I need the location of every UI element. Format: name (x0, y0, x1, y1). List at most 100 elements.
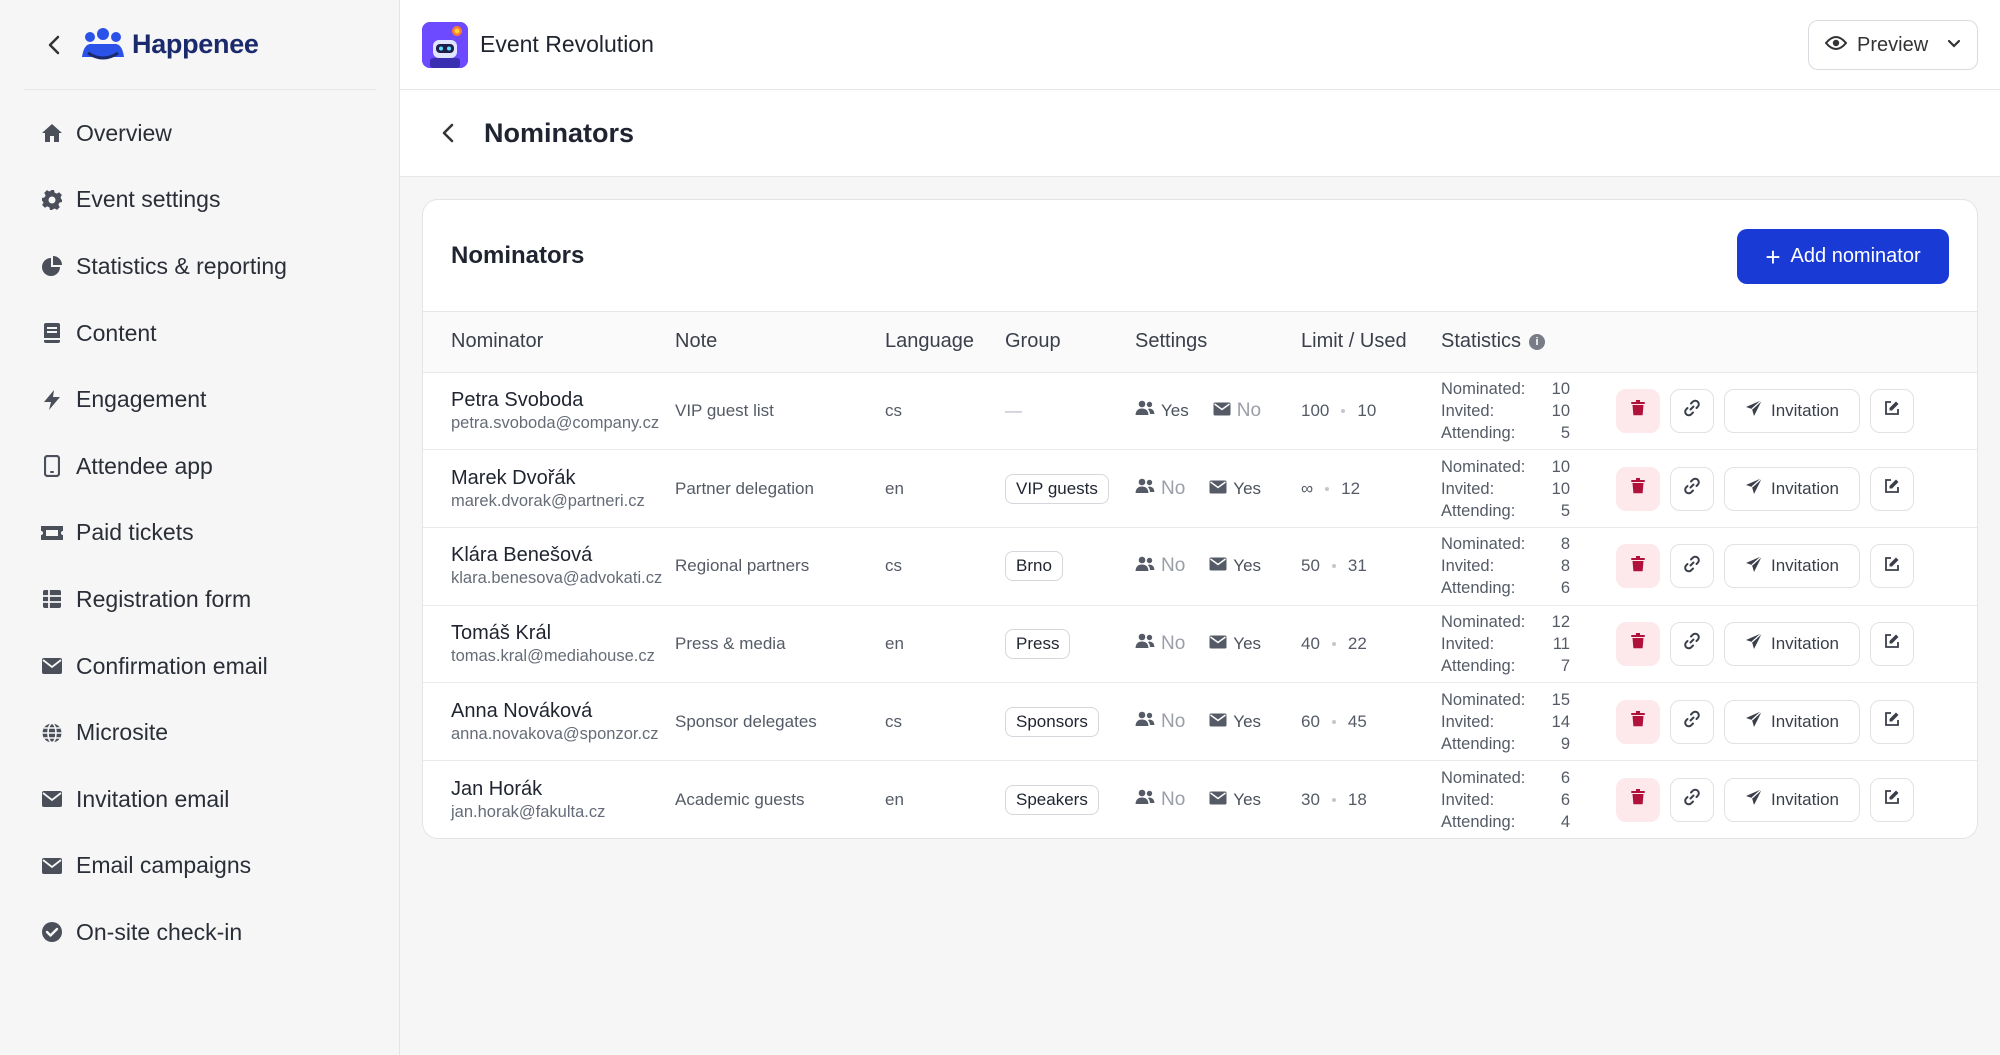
statistics-cell: Nominated: 10 Invited: 10 Attending: 5 (1441, 372, 1616, 450)
email-setting: No (1236, 399, 1262, 421)
limit-cell: 40 22 (1301, 605, 1441, 683)
invitation-label: Invitation (1770, 478, 1840, 498)
edit-button[interactable] (1870, 466, 1914, 511)
stat-invited: 8 (1560, 557, 1570, 576)
sidebar-item-event-settings[interactable]: Event settings (24, 167, 376, 234)
edit-button[interactable] (1870, 699, 1914, 744)
delete-button[interactable] (1616, 777, 1660, 822)
nominator-email: anna.novakova@sponzor.cz (451, 724, 659, 743)
send-invitation-button[interactable]: Invitation (1724, 699, 1860, 744)
sidebar-item-registration-form[interactable]: Registration form (24, 566, 376, 633)
language-cell: cs (885, 711, 902, 731)
delete-button[interactable] (1616, 544, 1660, 589)
stat-label-attending: Attending: (1441, 734, 1516, 753)
copy-link-button[interactable] (1670, 388, 1714, 433)
sidebar-item-invitation-email[interactable]: Invitation email (24, 766, 376, 833)
people-icon (1135, 789, 1155, 810)
table-row[interactable]: Anna Nováková anna.novakova@sponzor.cz S… (423, 683, 1977, 761)
sidebar-item-label: Registration form (76, 585, 252, 612)
stat-invited: 14 (1551, 712, 1570, 731)
send-invitation-button[interactable]: Invitation (1724, 777, 1860, 822)
nominator-cell: Petra Svoboda petra.svoboda@company.cz (423, 372, 675, 450)
delete-button[interactable] (1616, 388, 1660, 433)
edit-icon (1884, 400, 1900, 421)
table-row[interactable]: Jan Horák jan.horak@fakulta.cz Academic … (423, 760, 1977, 838)
sidebar-item-label: Event settings (76, 186, 221, 213)
table-row[interactable]: Klára Benešová klara.benesova@advokati.c… (423, 527, 1977, 606)
nominator-name: Jan Horák (451, 777, 543, 800)
sidebar-item-label: Statistics & reporting (76, 252, 287, 279)
table-row[interactable]: Marek Dvořák marek.dvorak@partneri.cz Pa… (423, 450, 1977, 528)
edit-button[interactable] (1870, 621, 1914, 666)
back-chevron-icon[interactable] (436, 121, 460, 145)
nominator-cell: Jan Horák jan.horak@fakulta.cz (423, 760, 675, 838)
sidebar-item-paid-tickets[interactable]: Paid tickets (24, 500, 376, 567)
nominators-card: Nominators + Add nominator Nominator Not… (422, 199, 1978, 839)
edit-button[interactable] (1870, 544, 1914, 589)
delete-button[interactable] (1616, 466, 1660, 511)
paper-plane-icon (1745, 477, 1763, 500)
edit-button[interactable] (1870, 777, 1914, 822)
send-invitation-button[interactable]: Invitation (1724, 388, 1860, 433)
people-icon (1135, 633, 1155, 654)
page-header: Nominators (400, 90, 2000, 177)
link-icon (1683, 788, 1701, 811)
sidebar-item-content[interactable]: Content (24, 300, 376, 367)
delete-button[interactable] (1616, 621, 1660, 666)
add-nominator-button[interactable]: + Add nominator (1737, 229, 1949, 284)
sidebar-item-label: Overview (76, 119, 172, 146)
table-row[interactable]: Tomáš Král tomas.kral@mediahouse.cz Pres… (423, 605, 1977, 683)
preview-button[interactable]: Preview (1808, 20, 1978, 70)
invitation-label: Invitation (1770, 711, 1840, 731)
info-icon[interactable]: i (1529, 333, 1546, 350)
group-cell: Speakers (1005, 760, 1135, 838)
edit-icon (1884, 789, 1900, 810)
copy-link-button[interactable] (1670, 621, 1714, 666)
column-language: Language (885, 330, 974, 353)
invitation-label: Invitation (1770, 556, 1840, 576)
edit-button[interactable] (1870, 388, 1914, 433)
copy-link-button[interactable] (1670, 699, 1714, 744)
limit-cell: 30 18 (1301, 760, 1441, 838)
sidebar-item-on-site-check-in[interactable]: On-site check-in (24, 899, 376, 966)
nominator-cell: Anna Nováková anna.novakova@sponzor.cz (423, 683, 675, 761)
copy-link-button[interactable] (1670, 544, 1714, 589)
people-icon (1135, 556, 1155, 577)
envelope-icon (40, 854, 64, 878)
book-icon (40, 321, 64, 345)
limit-value: ∞ (1301, 478, 1314, 498)
chevron-left-icon[interactable] (40, 31, 68, 59)
envelope-icon (1213, 401, 1231, 421)
event-name: Event Revolution (480, 31, 654, 57)
used-value: 18 (1347, 789, 1367, 809)
limit-cell: 50 31 (1301, 527, 1441, 605)
table-row[interactable]: Petra Svoboda petra.svoboda@company.cz V… (423, 372, 1977, 450)
email-setting: Yes (1233, 478, 1262, 498)
copy-link-button[interactable] (1670, 466, 1714, 511)
sidebar-item-overview[interactable]: Overview (24, 100, 376, 167)
send-invitation-button[interactable]: Invitation (1724, 621, 1860, 666)
sidebar-item-attendee-app[interactable]: Attendee app (24, 433, 376, 500)
envelope-icon (40, 787, 64, 811)
send-invitation-button[interactable]: Invitation (1724, 466, 1860, 511)
stat-attending: 5 (1560, 501, 1570, 520)
sidebar-item-engagement[interactable]: Engagement (24, 366, 376, 433)
sidebar-item-label: Microsite (76, 719, 169, 746)
sidebar-item-statistics-reporting[interactable]: Statistics & reporting (24, 233, 376, 300)
sidebar-item-label: Email campaigns (76, 852, 252, 879)
sidebar-item-email-campaigns[interactable]: Email campaigns (24, 833, 376, 900)
language-cell: cs (885, 556, 902, 576)
group-badge: Sponsors (1005, 706, 1099, 737)
limit-value: 30 (1301, 789, 1320, 809)
sidebar-item-confirmation-email[interactable]: Confirmation email (24, 633, 376, 700)
sidebar-item-microsite[interactable]: Microsite (24, 699, 376, 766)
page-title: Nominators (484, 117, 635, 148)
guests-setting: No (1161, 555, 1186, 577)
statistics-cell: Nominated: 12 Invited: 11 Attending: 7 (1441, 605, 1616, 683)
column-nominator: Nominator (451, 330, 544, 353)
nominator-cell: Marek Dvořák marek.dvorak@partneri.cz (423, 450, 675, 528)
copy-link-button[interactable] (1670, 777, 1714, 822)
link-icon (1683, 632, 1701, 655)
send-invitation-button[interactable]: Invitation (1724, 544, 1860, 589)
delete-button[interactable] (1616, 699, 1660, 744)
